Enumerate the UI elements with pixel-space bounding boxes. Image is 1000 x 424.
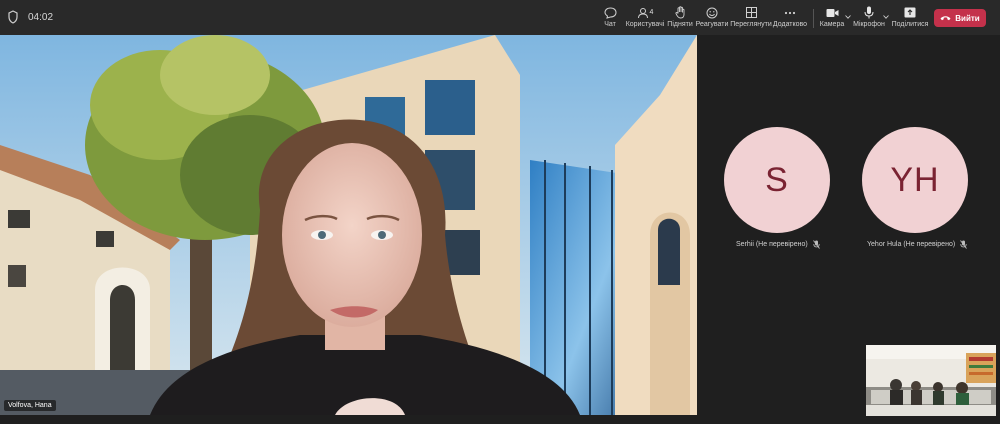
meeting-toolbar: 04:02 Чат 4 Користувачі Підняти Реагуват… [0, 0, 1000, 35]
people-count: 4 [649, 9, 654, 16]
mic-muted-icon [960, 240, 968, 249]
chat-label: Чат [604, 21, 616, 28]
meeting-timer: 04:02 [28, 12, 54, 23]
camera-label: Камера [819, 21, 845, 28]
participant-name-label: Serhii (Не перевірено) [736, 241, 808, 248]
people-button[interactable]: 4 Користувачі [626, 6, 664, 32]
microphone-icon [864, 6, 874, 19]
avatar-initials: YH [890, 160, 940, 199]
share-icon [904, 7, 916, 18]
participant-name-serhii: Serhii (Не перевірено) [736, 240, 820, 249]
leave-label: Вийти [955, 13, 980, 23]
participant-name-label: Yehor Hula (Не перевірено) [867, 241, 956, 248]
video-frame-image [0, 35, 697, 415]
mic-muted-icon [812, 240, 820, 249]
self-view-video[interactable] [866, 345, 996, 416]
participant-avatar-yehor-hula[interactable]: YH [862, 127, 968, 233]
leave-button[interactable]: Вийти [934, 9, 986, 27]
smiley-icon [706, 7, 718, 18]
chat-button[interactable]: Чат [600, 6, 620, 32]
view-button[interactable]: Переглянути [730, 6, 772, 32]
camera-options-chevron-down-icon[interactable] [845, 15, 851, 19]
participant-name-yehor-hula: Yehor Hula (Не перевірено) [867, 240, 968, 249]
react-label: Реагувати [695, 21, 729, 28]
microphone-button[interactable]: Мікрофон [853, 6, 885, 32]
avatar-initials: S [765, 160, 789, 199]
toolbar-divider [813, 9, 814, 28]
more-button[interactable]: Додатково [773, 6, 807, 32]
share-label: Поділитися [891, 21, 929, 28]
raise-hand-button[interactable]: Підняти [667, 6, 693, 32]
people-icon [637, 7, 648, 18]
camera-button[interactable]: Камера [819, 6, 845, 32]
shield-icon [8, 10, 18, 24]
chat-icon [603, 6, 617, 19]
main-video-feed [0, 35, 697, 415]
ellipsis-icon [784, 11, 796, 14]
phone-hangup-icon [940, 16, 951, 21]
self-view-image [866, 345, 996, 416]
more-label: Додатково [772, 21, 808, 28]
people-label: Користувачі [625, 21, 665, 28]
share-button[interactable]: Поділитися [892, 6, 928, 32]
grid-icon [745, 7, 757, 18]
raise-label: Підняти [667, 21, 693, 28]
view-label: Переглянути [730, 21, 772, 28]
hand-icon [674, 6, 684, 19]
react-button[interactable]: Реагувати [696, 6, 728, 32]
mic-options-chevron-down-icon[interactable] [883, 15, 889, 19]
mic-label: Мікрофон [853, 21, 885, 28]
main-video-name-tag: Volfova, Hana [4, 400, 56, 411]
participant-avatar-serhii[interactable]: S [724, 127, 830, 233]
camera-icon [826, 8, 838, 17]
